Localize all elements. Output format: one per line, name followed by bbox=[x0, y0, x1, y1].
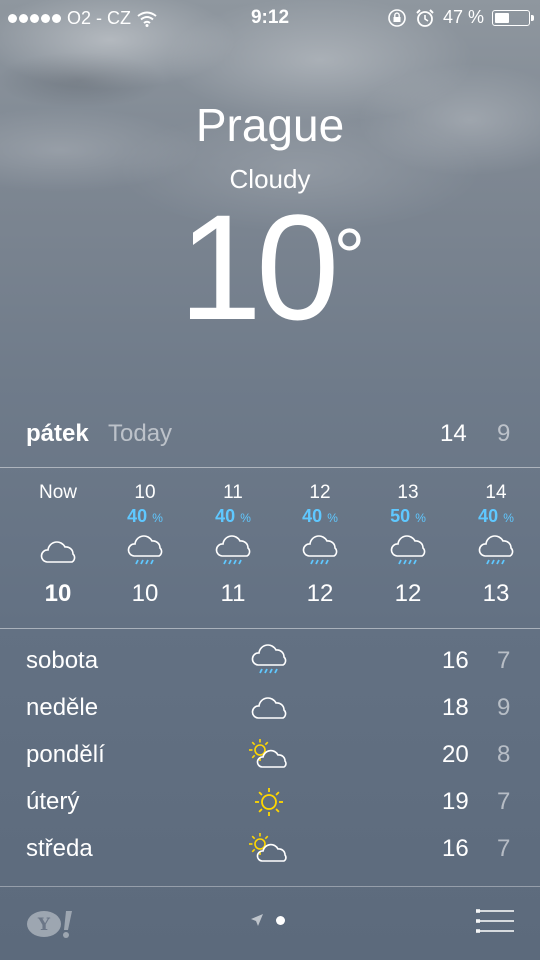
day-name: pondělí bbox=[26, 741, 105, 768]
precip-value: 40 bbox=[302, 506, 323, 526]
day-name: úterý bbox=[26, 788, 80, 815]
daily-row: sobota 16 7 bbox=[0, 643, 540, 692]
precip-unit: % bbox=[415, 511, 426, 525]
hour-precip: 40 % bbox=[276, 506, 364, 530]
city-name: Prague bbox=[195, 99, 345, 151]
hour-precip: 40 % bbox=[452, 506, 540, 530]
temperature-value: 10 bbox=[178, 183, 340, 351]
daily-row: neděle 18 9 bbox=[0, 692, 540, 739]
day-low: 8 bbox=[497, 741, 511, 768]
precip-unit: % bbox=[240, 511, 251, 525]
precip-value: 40 bbox=[215, 506, 236, 526]
day-name: sobota bbox=[26, 647, 99, 674]
rain-cloud-icon bbox=[189, 530, 277, 574]
day-name: neděle bbox=[26, 694, 99, 721]
today-high: 14 bbox=[440, 420, 467, 447]
current-temperature: 10° bbox=[0, 192, 540, 342]
hour-label: 13 bbox=[397, 482, 419, 503]
cloud-icon bbox=[14, 530, 102, 574]
hourly-forecast[interactable]: Now 10 10 40 % 10 11 40 % 11 12 40 % 12 … bbox=[14, 482, 540, 622]
hour-precip bbox=[14, 506, 102, 530]
day-high: 16 bbox=[442, 647, 469, 674]
cloud-icon bbox=[244, 690, 294, 726]
hour-temp: 10 bbox=[44, 580, 72, 607]
hourly-item: 10 40 % 10 bbox=[101, 482, 189, 608]
yahoo-logo-icon[interactable]: Y bbox=[26, 908, 76, 948]
hour-label: 11 bbox=[223, 482, 243, 503]
page-dot-active bbox=[276, 915, 285, 925]
day-high: 20 bbox=[442, 741, 469, 768]
hourly-item: 12 40 % 12 bbox=[276, 482, 364, 608]
divider-middle bbox=[0, 628, 540, 629]
hourly-item: 14 40 % 13 bbox=[452, 482, 540, 608]
svg-text:Y: Y bbox=[37, 915, 51, 935]
rain-cloud-icon bbox=[452, 530, 540, 574]
degree-symbol: ° bbox=[333, 212, 365, 301]
hour-temp: 13 bbox=[482, 580, 510, 607]
hour-label: 10 bbox=[134, 482, 156, 503]
rotation-lock-icon bbox=[388, 8, 406, 27]
day-low: 7 bbox=[497, 835, 511, 862]
bottom-toolbar: Y bbox=[0, 887, 540, 960]
partly-sunny-icon bbox=[244, 831, 294, 867]
status-right: 47 % bbox=[387, 7, 534, 28]
hour-temp: 12 bbox=[394, 580, 422, 607]
precip-value: 40 bbox=[478, 506, 499, 526]
day-high: 16 bbox=[442, 835, 469, 862]
list-icon[interactable] bbox=[476, 909, 514, 940]
day-high: 18 bbox=[442, 694, 469, 721]
battery-icon bbox=[492, 9, 534, 26]
hour-precip: 40 % bbox=[189, 506, 277, 530]
hourly-item: 11 40 % 11 bbox=[189, 482, 277, 608]
status-bar: O2 - CZ 9:12 47 % bbox=[0, 0, 540, 36]
hour-precip: 50 % bbox=[364, 506, 452, 530]
hour-temp: 10 bbox=[131, 580, 159, 607]
battery-fill bbox=[495, 12, 510, 23]
divider-top bbox=[0, 467, 540, 468]
hour-label: 14 bbox=[485, 482, 507, 503]
today-day-name: pátek bbox=[26, 420, 89, 447]
location-arrow-icon bbox=[251, 914, 263, 926]
day-name: středa bbox=[26, 835, 93, 862]
today-label: Today bbox=[108, 420, 173, 447]
day-low: 9 bbox=[497, 694, 511, 721]
hour-precip: 40 % bbox=[101, 506, 189, 530]
day-low: 7 bbox=[497, 647, 511, 674]
precip-unit: % bbox=[503, 511, 514, 525]
rain-cloud-icon bbox=[276, 530, 364, 574]
day-high: 19 bbox=[442, 788, 469, 815]
precip-unit: % bbox=[152, 511, 163, 525]
daily-row: středa 16 7 bbox=[0, 833, 540, 880]
daily-forecast[interactable]: sobota 16 7 neděle 18 9 pondělí 20 8 úte… bbox=[0, 643, 540, 880]
rain-cloud-icon bbox=[244, 643, 294, 679]
page-indicator[interactable] bbox=[250, 913, 285, 927]
precip-value: 50 bbox=[390, 506, 411, 526]
daily-row: pondělí 20 8 bbox=[0, 739, 540, 786]
hourly-item: Now 10 bbox=[14, 482, 102, 608]
hour-label: Now bbox=[38, 482, 77, 503]
partly-sunny-icon bbox=[244, 737, 294, 773]
battery-percentage: 47 % bbox=[442, 7, 484, 27]
rain-cloud-icon bbox=[101, 530, 189, 574]
hour-temp: 11 bbox=[220, 580, 246, 607]
precip-unit: % bbox=[327, 511, 338, 525]
hour-label: 12 bbox=[309, 482, 331, 503]
rain-cloud-icon bbox=[364, 530, 452, 574]
precip-value: 40 bbox=[127, 506, 148, 526]
hourly-item: 13 50 % 12 bbox=[364, 482, 452, 608]
today-summary: pátek Today 14 9 bbox=[0, 420, 540, 456]
sun-icon bbox=[244, 784, 294, 820]
daily-row: úterý 19 7 bbox=[0, 786, 540, 833]
day-low: 7 bbox=[497, 788, 511, 815]
alarm-icon bbox=[416, 8, 434, 27]
hour-temp: 12 bbox=[306, 580, 334, 607]
today-low: 9 bbox=[497, 420, 511, 447]
